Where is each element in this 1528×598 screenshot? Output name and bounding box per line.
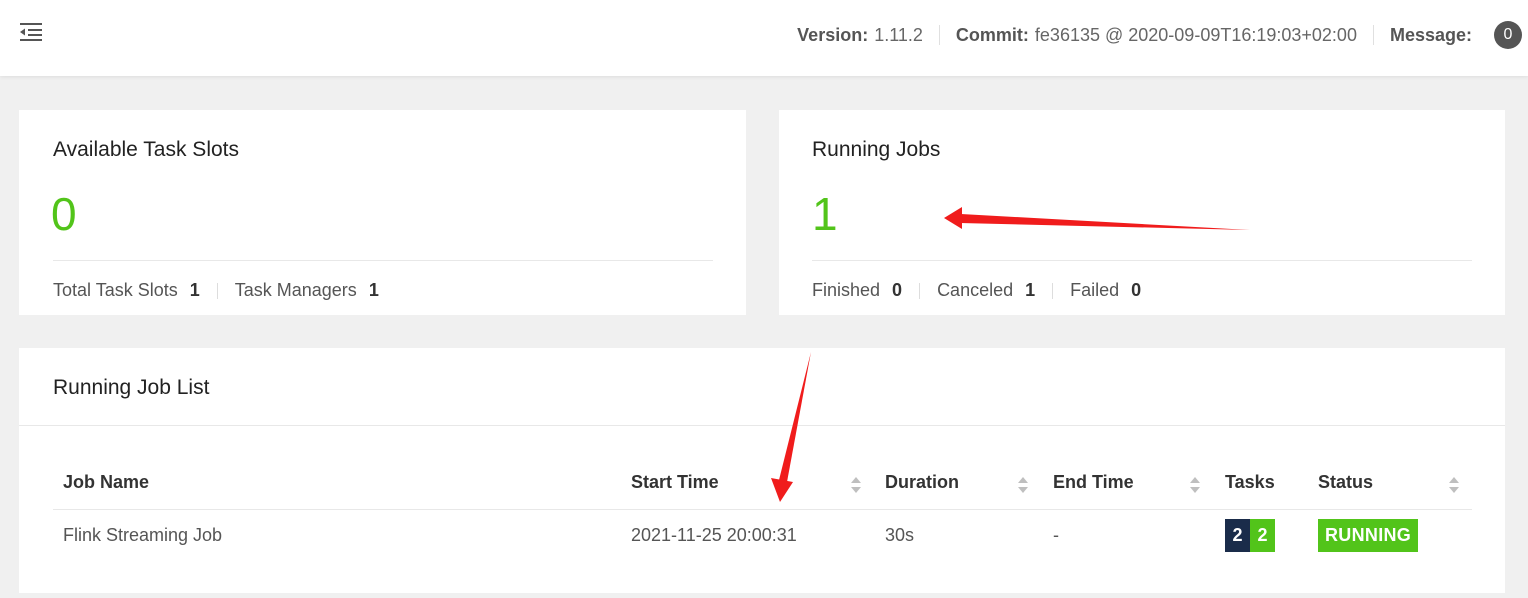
total-task-slots-value: 1 <box>189 280 200 300</box>
message-info: Message: 0 <box>1374 21 1528 49</box>
message-count-badge[interactable]: 0 <box>1494 21 1522 49</box>
column-header-end-time[interactable]: End Time <box>1053 472 1134 493</box>
job-stats: Finished 0 Canceled 1 Failed 0 <box>812 280 1141 301</box>
task-slots-stats: Total Task Slots 1 Task Managers 1 <box>53 280 379 301</box>
column-label: Job Name <box>63 472 150 492</box>
failed-stat: Failed 0 <box>1070 280 1141 301</box>
task-managers-stat: Task Managers 1 <box>235 280 379 301</box>
job-name-cell[interactable]: Flink Streaming Job <box>63 525 222 546</box>
column-header-tasks: Tasks <box>1225 472 1275 493</box>
finished-value: 0 <box>892 280 903 300</box>
start-time-cell: 2021-11-25 20:00:31 <box>631 525 797 545</box>
column-header-job-name[interactable]: Job Name <box>63 472 149 493</box>
card-header-divider <box>19 425 1505 426</box>
column-label: End Time <box>1053 472 1134 492</box>
sort-caret-icon[interactable] <box>1017 475 1029 495</box>
failed-label: Failed <box>1070 280 1120 300</box>
column-header-duration[interactable]: Duration <box>885 472 959 493</box>
stat-divider <box>1052 282 1054 299</box>
finished-stat: Finished 0 <box>812 280 902 301</box>
card-divider <box>812 260 1472 261</box>
table-header-divider <box>53 509 1472 510</box>
commit-label: Commit: <box>955 24 1029 45</box>
column-header-status[interactable]: Status <box>1318 472 1373 493</box>
message-label: Message: <box>1389 24 1472 45</box>
task-slots-card: Available Task Slots 0 Total Task Slots … <box>19 110 746 315</box>
sort-caret-icon[interactable] <box>1448 475 1460 495</box>
running-jobs-title: Running Jobs <box>812 138 941 161</box>
running-job-list-card: Running Job List Job Name Start Time Dur… <box>19 348 1505 593</box>
running-jobs-card: Running Jobs 1 Finished 0 Canceled 1 Fai… <box>779 110 1505 315</box>
task-managers-value: 1 <box>368 280 379 300</box>
stat-divider <box>919 282 921 299</box>
tasks-running-badge: 2 <box>1225 519 1250 552</box>
top-header: Version: 1.11.2 Commit: fe36135 @ 2020-0… <box>0 0 1528 76</box>
canceled-label: Canceled <box>937 280 1014 300</box>
duration-cell: 30s <box>885 525 915 545</box>
tasks-total-badge: 2 <box>1250 519 1275 552</box>
end-time-cell: - <box>1053 525 1059 545</box>
task-managers-label: Task Managers <box>234 280 357 300</box>
job-list-title: Running Job List <box>53 376 210 399</box>
total-task-slots-label: Total Task Slots <box>53 280 178 300</box>
tasks-cell: 2 2 <box>1225 519 1275 552</box>
card-divider <box>53 260 713 261</box>
canceled-value: 1 <box>1025 280 1036 300</box>
stat-divider <box>216 282 218 299</box>
finished-label: Finished <box>812 280 881 300</box>
task-slots-title: Available Task Slots <box>53 138 239 161</box>
available-slots-value: 0 <box>51 188 77 240</box>
menu-fold-icon[interactable] <box>20 22 44 42</box>
failed-value: 0 <box>1131 280 1142 300</box>
commit-value: fe36135 @ 2020-09-09T16:19:03+02:00 <box>1034 24 1357 45</box>
running-jobs-value: 1 <box>812 188 838 240</box>
column-label: Tasks <box>1225 472 1275 492</box>
sort-caret-icon[interactable] <box>1189 475 1201 495</box>
total-task-slots-stat: Total Task Slots 1 <box>53 280 200 301</box>
version-info: Version: 1.11.2 <box>781 25 939 46</box>
column-label: Status <box>1318 472 1374 492</box>
version-label: Version: <box>797 24 869 45</box>
column-label: Start Time <box>631 472 719 492</box>
column-header-start-time[interactable]: Start Time <box>631 472 719 493</box>
sort-caret-icon[interactable] <box>850 475 862 495</box>
version-value: 1.11.2 <box>874 24 923 45</box>
header-info: Version: 1.11.2 Commit: fe36135 @ 2020-0… <box>781 0 1528 70</box>
commit-info: Commit: fe36135 @ 2020-09-09T16:19:03+02… <box>940 25 1373 46</box>
status-badge: RUNNING <box>1318 519 1419 552</box>
canceled-stat: Canceled 1 <box>937 280 1035 301</box>
column-label: Duration <box>885 472 959 492</box>
